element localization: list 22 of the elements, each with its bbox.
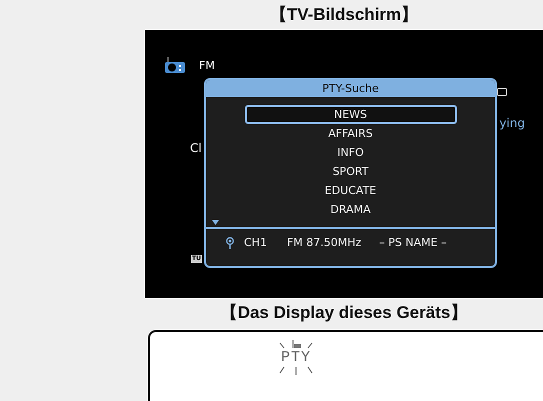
scroll-down-icon <box>212 220 219 225</box>
display-text: PTY <box>280 350 311 365</box>
radio-icon <box>165 57 185 73</box>
section-heading: 【Das Display dieses Geräts】 <box>220 302 468 324</box>
ps-name-label: – PS NAME – <box>379 236 447 249</box>
background-text: Cl <box>190 141 202 155</box>
pty-list-item[interactable]: AFFAIRS <box>244 124 456 143</box>
frequency-label: FM 87.50MHz <box>286 236 362 249</box>
pty-list-item[interactable]: SPORT <box>244 162 456 181</box>
pty-list-item[interactable]: INFO <box>244 143 456 162</box>
blink-rays-icon <box>278 340 314 350</box>
pty-list-item[interactable]: EDUCATE <box>244 181 456 200</box>
dialog-title: PTY-Suche <box>206 80 495 97</box>
section-heading: 【TV-Bildschirm】 <box>268 4 420 26</box>
source-label: FM <box>199 58 215 72</box>
channel-label: CH1 <box>244 236 267 249</box>
pty-list-item[interactable]: DRAMA <box>244 200 456 219</box>
antenna-icon <box>226 236 234 248</box>
pty-list-item[interactable]: NEWS <box>244 105 456 124</box>
device-icon <box>497 88 507 96</box>
background-text: ying <box>499 116 525 130</box>
blink-rays-icon <box>278 365 314 375</box>
